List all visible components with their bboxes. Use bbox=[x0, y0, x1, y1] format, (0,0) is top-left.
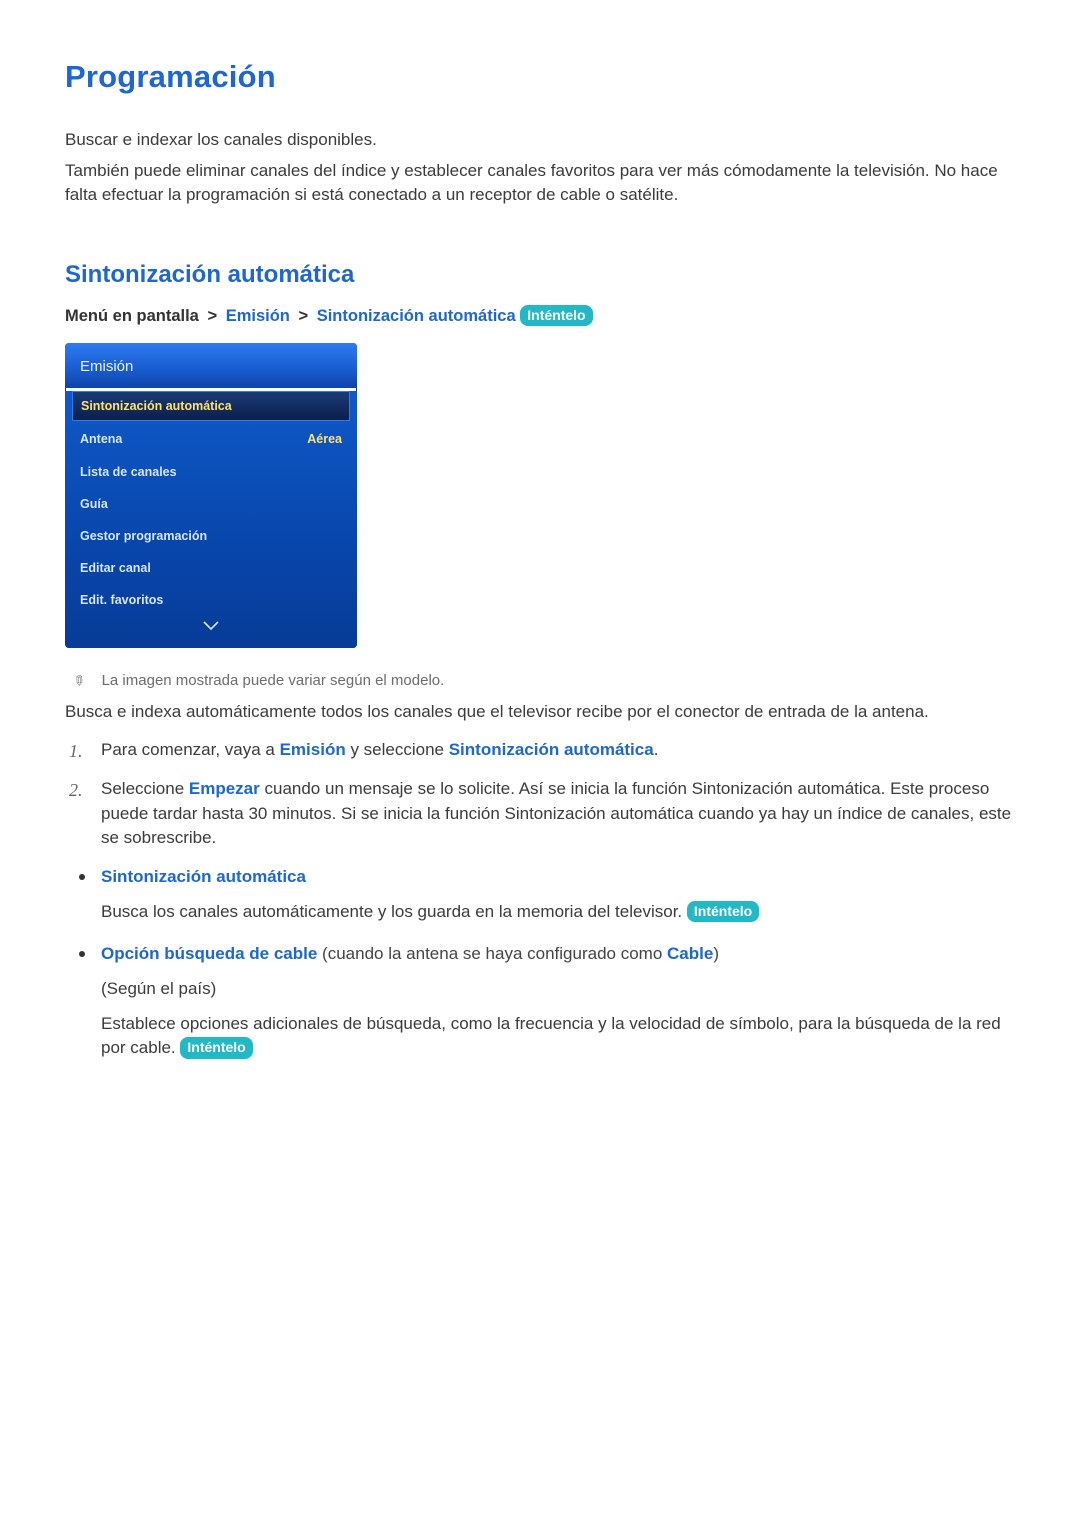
intro-line-1: Buscar e indexar los canales disponibles… bbox=[65, 128, 1015, 153]
tv-item-label: Edit. favoritos bbox=[80, 591, 163, 609]
try-now-pill[interactable]: Inténtelo bbox=[180, 1037, 252, 1058]
bullet-autotune: Sintonización automática Busca los canal… bbox=[101, 865, 1015, 924]
step-text: Para comenzar, vaya a bbox=[101, 740, 280, 759]
tv-item-schedule-manager[interactable]: Gestor programación bbox=[65, 520, 357, 552]
step-2: Seleccione Empezar cuando un mensaje se … bbox=[101, 777, 1015, 851]
try-now-pill[interactable]: Inténtelo bbox=[687, 901, 759, 922]
step-text: y seleccione bbox=[346, 740, 449, 759]
tv-item-channel-list[interactable]: Lista de canales bbox=[65, 456, 357, 488]
tv-item-edit-favorites[interactable]: Edit. favoritos bbox=[65, 584, 357, 616]
tv-item-value: Aérea bbox=[307, 430, 342, 448]
tv-item-label: Sintonización automática bbox=[81, 397, 232, 415]
auto-description: Busca e indexa automáticamente todos los… bbox=[65, 700, 1015, 725]
step-text: . bbox=[654, 740, 659, 759]
bullet-heading-line: Opción búsqueda de cable (cuando la ante… bbox=[101, 942, 1015, 967]
tv-item-label: Lista de canales bbox=[80, 463, 177, 481]
tv-item-antena[interactable]: Antena Aérea bbox=[65, 423, 357, 455]
breadcrumb-autotune: Sintonización automática bbox=[317, 307, 516, 325]
tv-item-label: Editar canal bbox=[80, 559, 151, 577]
intro-line-2: También puede eliminar canales del índic… bbox=[65, 159, 1015, 208]
breadcrumb-root: Menú en pantalla bbox=[65, 307, 199, 325]
image-note-text: La imagen mostrada puede variar según el… bbox=[102, 670, 445, 692]
bullet-text: Busca los canales automáticamente y los … bbox=[101, 902, 687, 921]
bullet-paren: ) bbox=[713, 944, 719, 963]
bullet-cable-search: Opción búsqueda de cable (cuando la ante… bbox=[101, 942, 1015, 1061]
page-title: Programación bbox=[65, 55, 1015, 100]
bullet-heading: Opción búsqueda de cable bbox=[101, 944, 317, 963]
bullet-body: Establece opciones adicionales de búsque… bbox=[101, 1012, 1015, 1061]
chevron-down-icon[interactable] bbox=[65, 616, 357, 643]
bullet-heading: Sintonización automática bbox=[101, 865, 1015, 890]
keyword-cable: Cable bbox=[667, 944, 713, 963]
tv-menu: Emisión Sintonización automática Antena … bbox=[65, 343, 357, 648]
bullet-subnote: (Según el país) bbox=[101, 977, 1015, 1002]
tv-item-edit-channel[interactable]: Editar canal bbox=[65, 552, 357, 584]
tv-item-label: Gestor programación bbox=[80, 527, 207, 545]
pencil-icon: ✎ bbox=[66, 668, 89, 693]
bullet-body: Busca los canales automáticamente y los … bbox=[101, 900, 1015, 925]
try-now-pill[interactable]: Inténtelo bbox=[520, 305, 592, 326]
section-heading-autotune: Sintonización automática bbox=[65, 258, 1015, 293]
tv-item-label: Guía bbox=[80, 495, 108, 513]
bullet-paren: (cuando la antena se haya configurado co… bbox=[317, 944, 667, 963]
breadcrumb-sep-icon: > bbox=[203, 307, 221, 325]
tv-menu-body: Sintonización automática Antena Aérea Li… bbox=[65, 391, 357, 648]
keyword-autotune: Sintonización automática bbox=[449, 740, 654, 759]
keyword-emision: Emisión bbox=[280, 740, 346, 759]
step-1: Para comenzar, vaya a Emisión y seleccio… bbox=[101, 738, 1015, 763]
breadcrumb-emision: Emisión bbox=[226, 307, 290, 325]
image-note: ✎ La imagen mostrada puede variar según … bbox=[71, 670, 1015, 692]
breadcrumb: Menú en pantalla > Emisión > Sintonizaci… bbox=[65, 305, 1015, 329]
breadcrumb-sep-icon: > bbox=[294, 307, 312, 325]
tv-item-guide[interactable]: Guía bbox=[65, 488, 357, 520]
keyword-start: Empezar bbox=[189, 779, 260, 798]
tv-item-autotune[interactable]: Sintonización automática bbox=[72, 391, 350, 421]
tv-item-label: Antena bbox=[80, 430, 122, 448]
step-text: Seleccione bbox=[101, 779, 189, 798]
tv-menu-header: Emisión bbox=[65, 343, 357, 389]
